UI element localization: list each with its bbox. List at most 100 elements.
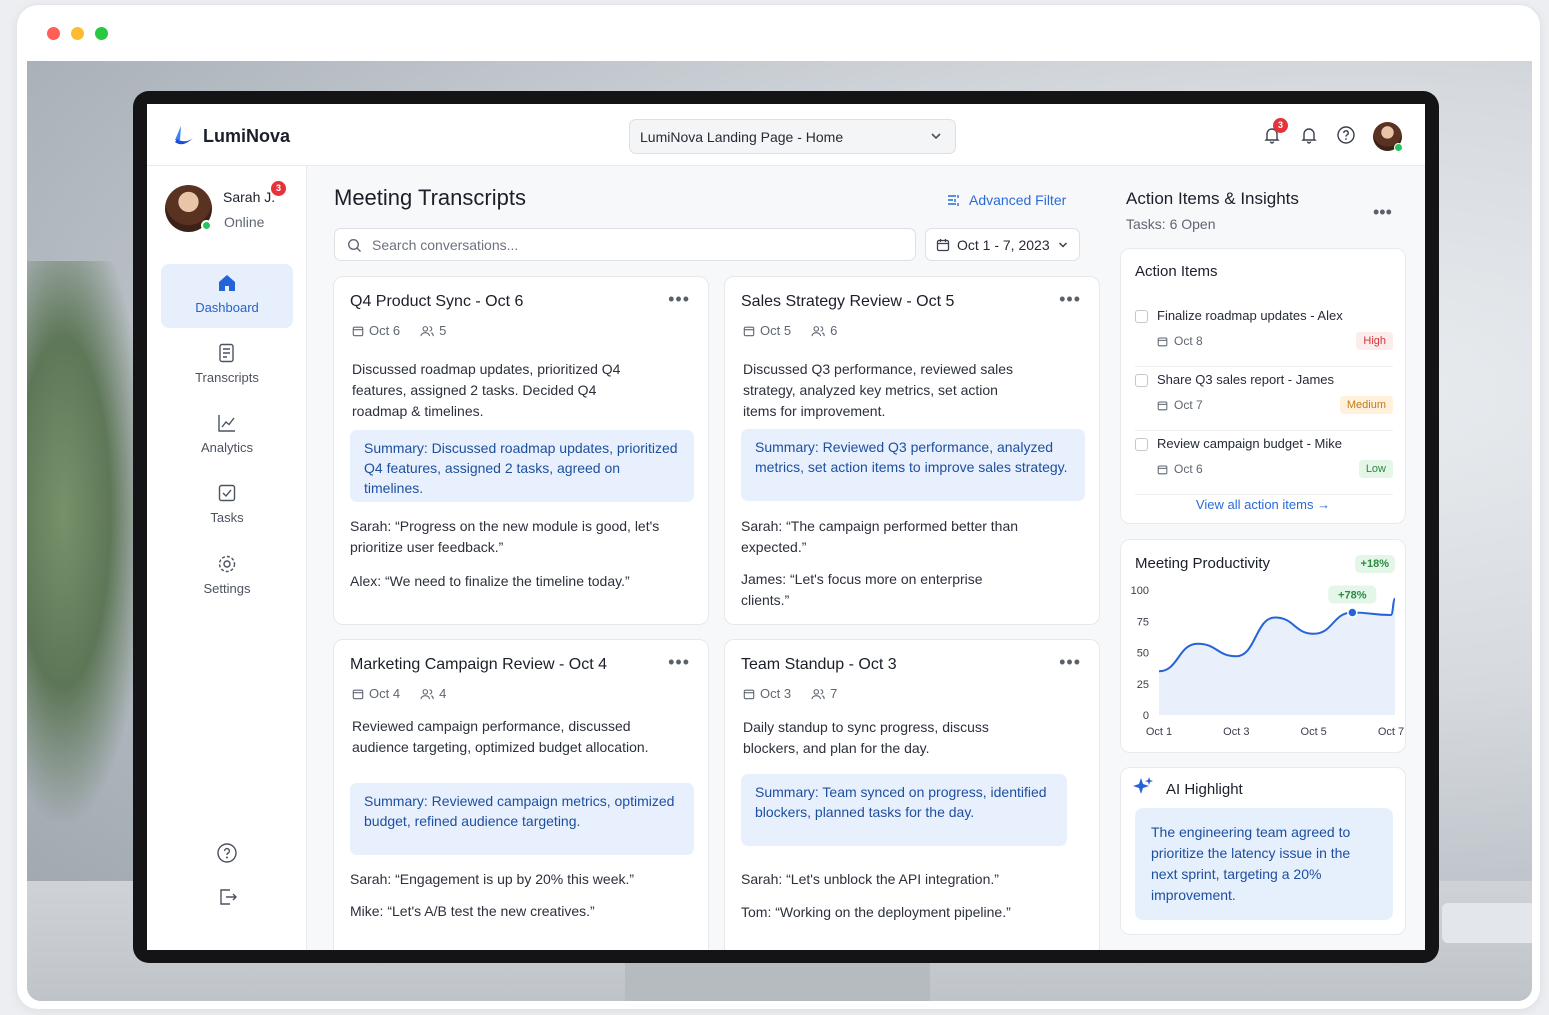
nav-analytics[interactable]: Analytics (161, 404, 293, 468)
app-name: LumiNova (203, 125, 291, 146)
card-meta: Oct 6 5 (352, 323, 446, 338)
transcript-card[interactable]: Team Standup - Oct 3 ••• Oct 3 7 Daily s… (724, 639, 1100, 950)
card-quote: James: “Let's focus more on enterprise c… (741, 571, 983, 608)
people-icon (420, 325, 434, 336)
card-summary: Summary: Discussed roadmap updates, prio… (350, 430, 694, 502)
filter-icon (948, 195, 959, 206)
nav-label: Tasks (210, 510, 244, 525)
notifications-button[interactable]: 3 (1262, 118, 1288, 150)
alerts-button[interactable] (1299, 125, 1319, 150)
priority-badge: Medium (1339, 396, 1393, 414)
card-summary: Summary: Reviewed campaign metrics, opti… (350, 783, 694, 855)
logo[interactable]: LumiNova (171, 124, 290, 148)
line-chart-icon (218, 415, 235, 432)
action-item-date-row: Oct 8 (1157, 334, 1203, 348)
transcript-card[interactable]: Marketing Campaign Review - Oct 4 ••• Oc… (333, 639, 709, 950)
date-range-value: Oct 1 - 7, 2023 (957, 237, 1050, 253)
calendar-icon (352, 689, 364, 699)
user-avatar[interactable] (165, 185, 212, 232)
action-item-date-row: Oct 7 (1157, 398, 1203, 412)
view-all-action-items-link[interactable]: View all action items → (1121, 497, 1405, 512)
action-item[interactable]: Share Q3 sales report - James Oct 7 Medi… (1135, 367, 1393, 431)
highlight-label: +78% (1338, 590, 1367, 602)
action-item-date-row: Oct 6 (1157, 462, 1203, 476)
user-badge: 3 (271, 181, 286, 196)
card-people-count: 6 (830, 323, 838, 338)
insights-title: Action Items & Insights (1126, 189, 1299, 208)
x-tick-label: Oct 1 (1146, 726, 1172, 738)
action-item[interactable]: Finalize roadmap updates - Alex Oct 8 Hi… (1135, 303, 1393, 367)
nav-transcripts[interactable]: Transcripts (161, 334, 293, 398)
checkbox[interactable] (1135, 438, 1148, 451)
more-options-icon[interactable]: ••• (1373, 202, 1392, 223)
nav-settings[interactable]: Settings (161, 545, 293, 609)
card-quote: Sarah: “Engagement is up by 20% this wee… (350, 871, 635, 887)
nav-label: Transcripts (195, 370, 259, 385)
card-date: Oct 6 (369, 323, 401, 338)
logout-icon[interactable] (217, 886, 239, 908)
checkbox[interactable] (1135, 310, 1148, 323)
more-options-icon[interactable]: ••• (1059, 289, 1081, 310)
search-icon (347, 238, 361, 252)
notification-count-badge: 3 (1273, 118, 1288, 133)
user-name: Sarah J. (223, 189, 276, 205)
close-dot[interactable] (47, 27, 60, 40)
card-people-count: 5 (439, 323, 447, 338)
x-tick-label: Oct 7 (1378, 726, 1404, 738)
card-description: Discussed Q3 performance, reviewed sales… (743, 361, 1014, 419)
y-tick-label: 100 (1131, 585, 1149, 597)
productivity-change-badge: +18% (1354, 555, 1395, 573)
help-circle-icon[interactable] (216, 842, 238, 864)
card-title: Team Standup - Oct 3 (741, 656, 897, 673)
search-input[interactable]: Search conversations... (334, 228, 916, 261)
transcript-card[interactable]: Q4 Product Sync - Oct 6 ••• Oct 6 5 Disc… (333, 276, 709, 625)
bell-outline-icon (1301, 128, 1317, 144)
nav-tasks[interactable]: Tasks (161, 474, 293, 538)
page-selector-value: LumiNova Landing Page - Home (640, 129, 844, 145)
series-area (1159, 598, 1395, 715)
sidebar: Sarah J. 3 Online Dashboard Transcripts … (147, 166, 307, 950)
people-icon (420, 688, 434, 699)
calendar-icon (743, 689, 755, 699)
checkbox[interactable] (1135, 374, 1148, 387)
card-summary: Summary: Reviewed Q3 performance, analyz… (741, 429, 1085, 501)
gear-icon (218, 555, 236, 573)
transcript-card[interactable]: Sales Strategy Review - Oct 5 ••• Oct 5 … (724, 276, 1100, 625)
action-item-date: Oct 7 (1174, 398, 1203, 412)
card-description: Daily standup to sync progress, discuss … (743, 719, 989, 756)
card-date: Oct 3 (760, 686, 792, 701)
card-title: Marketing Campaign Review - Oct 4 (350, 656, 607, 673)
y-tick-label: 0 (1143, 710, 1149, 722)
dashboard-screen: LumiNova LumiNova Landing Page - Home 3 (147, 104, 1425, 950)
card-people-count: 7 (830, 686, 838, 701)
x-tick-label: Oct 5 (1301, 726, 1327, 738)
people-icon (811, 688, 825, 699)
insights-panel: Action Items & Insights Tasks: 6 Open ••… (1104, 166, 1425, 950)
minimize-dot[interactable] (71, 27, 84, 40)
advanced-filter-button[interactable]: Advanced Filter (946, 192, 1066, 208)
more-options-icon[interactable]: ••• (668, 652, 690, 673)
profile-avatar[interactable] (1373, 122, 1403, 152)
online-dot (1394, 143, 1403, 152)
chevron-down-icon (1058, 242, 1068, 248)
action-item-label: Share Q3 sales report - James (1157, 372, 1335, 387)
chevron-down-icon (931, 133, 941, 140)
maximize-dot[interactable] (95, 27, 108, 40)
calendar-icon (936, 239, 950, 252)
document-icon (219, 343, 234, 363)
productivity-panel: Meeting Productivity +18% 0 25 50 75 100 Oct … (1120, 539, 1406, 753)
help-button[interactable] (1336, 125, 1356, 150)
action-item-label: Finalize roadmap updates - Alex (1157, 308, 1343, 323)
date-range-picker[interactable]: Oct 1 - 7, 2023 (925, 228, 1080, 261)
page-title: Meeting Transcripts (334, 185, 526, 210)
more-options-icon[interactable]: ••• (1059, 652, 1081, 673)
action-item-date: Oct 8 (1174, 334, 1203, 348)
card-quote: Sarah: “Progress on the new module is go… (350, 518, 660, 555)
page-selector[interactable]: LumiNova Landing Page - Home (629, 119, 956, 154)
action-item[interactable]: Review campaign budget - Mike Oct 6 Low (1135, 431, 1393, 495)
top-bar: LumiNova LumiNova Landing Page - Home 3 (147, 104, 1425, 166)
card-meta: Oct 5 6 (743, 323, 837, 338)
nav-dashboard[interactable]: Dashboard (161, 264, 293, 328)
more-options-icon[interactable]: ••• (668, 289, 690, 310)
calendar-icon (1157, 464, 1168, 474)
